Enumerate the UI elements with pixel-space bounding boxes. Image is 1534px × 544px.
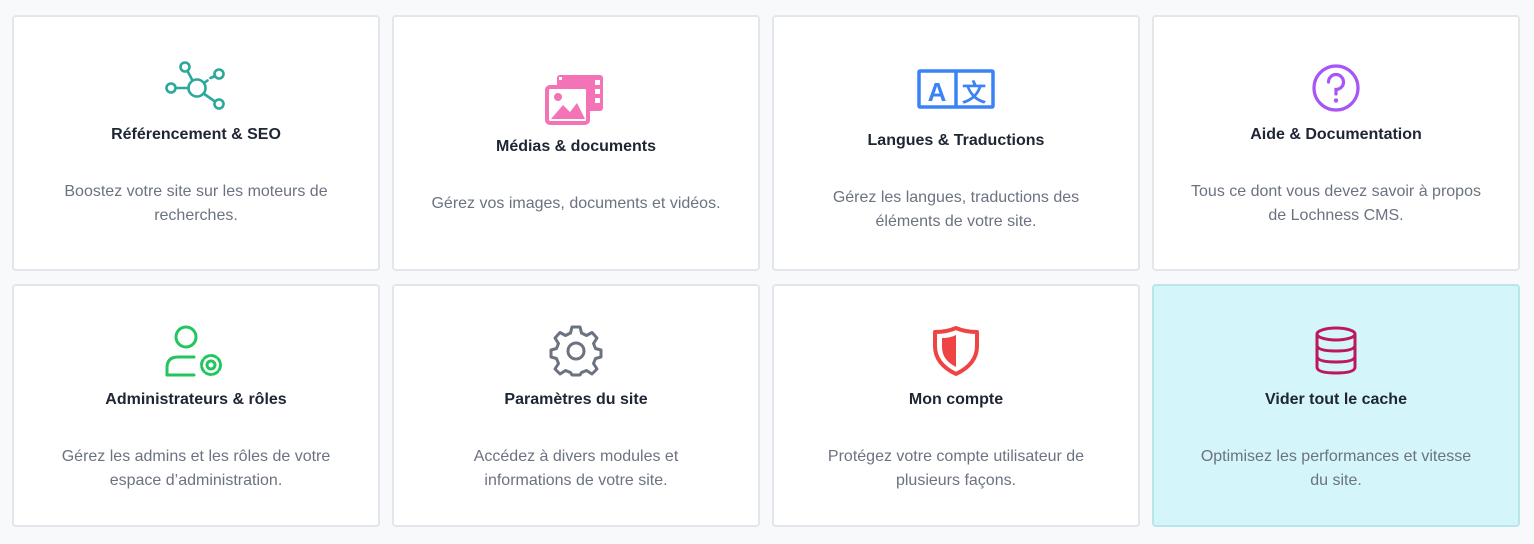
card-my-account[interactable]: Mon compte Protégez votre compte utilisa…	[772, 284, 1140, 527]
card-title: Référencement & SEO	[111, 126, 281, 143]
card-description: Boostez votre site sur les moteurs de re…	[64, 183, 328, 224]
card-languages[interactable]: A 文 Langues & Traductions Gérez les lang…	[772, 15, 1140, 271]
question-icon	[1312, 64, 1360, 112]
card-title: Mon compte	[908, 391, 1004, 408]
card-help[interactable]: Aide & Documentation Tous ce dont vous d…	[1152, 15, 1520, 271]
card-title: Administrateurs & rôles	[105, 391, 287, 408]
card-admins[interactable]: Administrateurs & rôles Gérez les admins…	[12, 284, 380, 527]
card-clear-cache[interactable]: Vider tout le cache Optimisez les perfor…	[1152, 284, 1520, 527]
database-icon	[1315, 326, 1357, 375]
card-description: Accédez à divers modules et informations…	[473, 448, 679, 489]
svg-text:文: 文	[962, 79, 987, 107]
card-description: Tous ce dont vous devez savoir à propos …	[1191, 183, 1481, 224]
card-description: Optimisez les performances et vitesse du…	[1200, 448, 1472, 489]
card-title: Paramètres du site	[504, 391, 648, 408]
translate-icon: A 文	[917, 69, 995, 109]
settings-card-grid: Référencement & SEO Boostez votre site s…	[12, 15, 1520, 527]
card-title: Langues & Traductions	[867, 132, 1045, 149]
card-description: Protégez votre compte utilisateur de plu…	[827, 448, 1085, 489]
card-description: Gérez vos images, documents et vidéos.	[431, 195, 721, 212]
card-seo[interactable]: Référencement & SEO Boostez votre site s…	[12, 15, 380, 271]
card-site-settings[interactable]: Paramètres du site Accédez à divers modu…	[392, 284, 760, 527]
card-title: Aide & Documentation	[1250, 126, 1422, 143]
media-icon	[545, 75, 603, 125]
gear-icon	[549, 325, 603, 377]
svg-text:A: A	[928, 77, 947, 107]
card-media[interactable]: Médias & documents Gérez vos images, doc…	[392, 15, 760, 271]
card-title: Vider tout le cache	[1265, 391, 1407, 408]
shield-icon	[933, 326, 979, 376]
card-title: Médias & documents	[495, 138, 657, 155]
card-description: Gérez les langues, traductions des éléme…	[832, 189, 1080, 230]
user-gear-icon	[165, 325, 222, 377]
network-icon	[165, 61, 225, 110]
card-description: Gérez les admins et les rôles de votre e…	[61, 448, 331, 489]
